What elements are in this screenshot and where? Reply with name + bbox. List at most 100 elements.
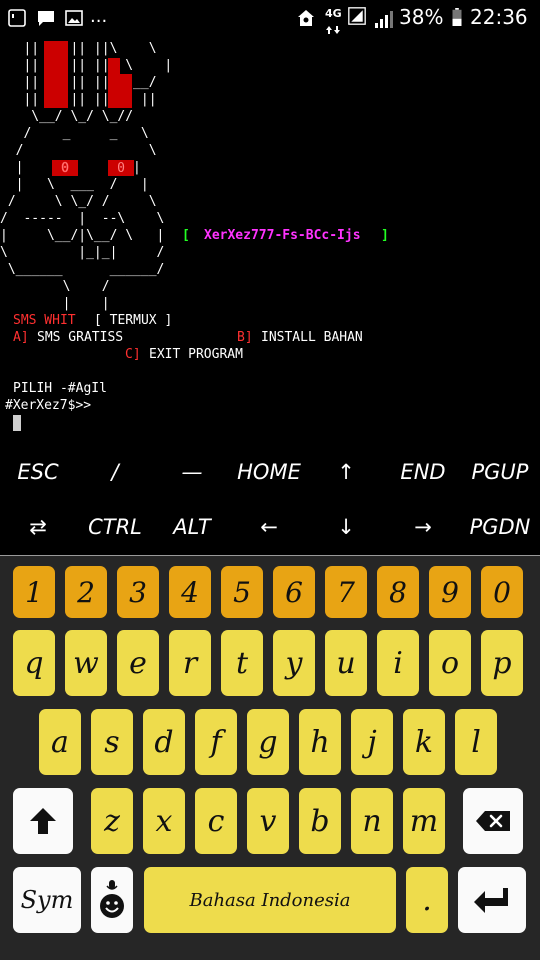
message-icon [38,11,54,26]
option-b-key: B] [237,330,253,345]
slash-key[interactable]: / [78,447,152,497]
key-e[interactable]: e [117,630,159,696]
art-line: / \ [0,143,157,158]
art-line: \ / [0,279,110,294]
art-line: / _ _ \ [0,126,149,141]
banner-close-bracket: ] [381,228,389,243]
text-cursor [13,415,21,431]
emoji-key[interactable] [91,867,133,933]
home-icon [298,10,314,26]
status-bar: ... 4G 38% 22:36 [0,0,540,36]
network-type: 4G [325,7,342,20]
key-n[interactable]: n [351,788,393,854]
arrow-right-key[interactable]: → [386,502,460,552]
key-0[interactable]: 0 [481,566,523,618]
key-z[interactable]: z [91,788,133,854]
key-3[interactable]: 3 [117,566,159,618]
menu-title: SMS WHIT [13,313,76,328]
space-key[interactable]: Bahasa Indonesia [144,867,396,933]
key-8[interactable]: 8 [377,566,419,618]
home-key[interactable]: HOME [232,447,306,497]
art-line: | \ ___ / | [0,177,149,192]
option-a-label: SMS GRATISS [37,330,124,345]
key-4[interactable]: 4 [169,566,211,618]
dash-key[interactable]: — [155,447,229,497]
key-o[interactable]: o [429,630,471,696]
tab-key[interactable]: ⇄ [1,502,75,552]
soft-keyboard: 1 2 3 4 5 6 7 8 9 0 q w e r t y u i o p … [0,556,540,960]
terminal-output[interactable]: || || ||\ \ || || || \ | || || || \__/ |… [0,36,540,446]
banner-text: XerXez777-Fs-BCc-Ijs [204,228,361,243]
emoji-icon [100,880,124,918]
period-key[interactable]: . [406,867,448,933]
ctrl-key[interactable]: CTRL [78,502,152,552]
signal-sim2-icon [375,11,393,28]
key-b[interactable]: b [299,788,341,854]
pgdn-key[interactable]: PGDN [463,502,537,552]
option-c-label: EXIT PROGRAM [149,347,243,362]
notification-icon [8,9,26,27]
signal-sim1-icon [348,7,366,25]
key-m[interactable]: m [403,788,445,854]
symbols-key[interactable]: Sym [13,867,81,933]
art-line: || || || || [0,92,157,107]
choose-prompt: PILIH -#AgIl [13,381,107,396]
key-k[interactable]: k [403,709,445,775]
key-g[interactable]: g [247,709,289,775]
art-red-block [44,41,68,108]
arrow-down-key[interactable]: ↓ [309,502,383,552]
key-6[interactable]: 6 [273,566,315,618]
key-j[interactable]: j [351,709,393,775]
art-line: \ |_|_| / [0,245,165,260]
key-1[interactable]: 1 [13,566,55,618]
more-notifications: ... [90,6,108,27]
pgup-key[interactable]: PGUP [463,447,537,497]
battery-icon [452,8,462,26]
art-red-block [108,74,132,108]
art-eye-left: 0 [52,160,78,176]
key-y[interactable]: y [273,630,315,696]
art-line: \______ ______/ [0,262,165,277]
key-s[interactable]: s [91,709,133,775]
key-u[interactable]: u [325,630,367,696]
key-i[interactable]: i [377,630,419,696]
key-9[interactable]: 9 [429,566,471,618]
key-7[interactable]: 7 [325,566,367,618]
key-d[interactable]: d [143,709,185,775]
enter-key[interactable] [458,867,526,933]
art-line: | | [0,296,110,311]
clock: 22:36 [470,5,528,29]
key-a[interactable]: a [39,709,81,775]
key-v[interactable]: v [247,788,289,854]
key-l[interactable]: l [455,709,497,775]
backspace-icon [476,811,510,831]
key-p[interactable]: p [481,630,523,696]
end-key[interactable]: END [386,447,460,497]
key-f[interactable]: f [195,709,237,775]
alt-key[interactable]: ALT [155,502,229,552]
enter-icon [474,888,508,913]
arrow-left-key[interactable]: ← [232,502,306,552]
key-r[interactable]: r [169,630,211,696]
option-b-label: INSTALL BAHAN [261,330,363,345]
art-line: / ----- | --\ \ [0,211,165,226]
key-5[interactable]: 5 [221,566,263,618]
key-t[interactable]: t [221,630,263,696]
key-x[interactable]: x [143,788,185,854]
shift-key[interactable] [13,788,73,854]
menu-title-tag: [ TERMUX ] [94,313,173,328]
art-line: / \ \_/ / \ [0,194,157,209]
key-c[interactable]: c [195,788,237,854]
art-eye-right: 0 [108,160,134,176]
key-2[interactable]: 2 [65,566,107,618]
shell-prompt: #XerXez7$>> [5,398,92,413]
arrow-up-key[interactable]: ↑ [309,447,383,497]
shift-icon [30,808,56,834]
key-q[interactable]: q [13,630,55,696]
art-line: \__/ \_/ \_// [0,109,134,124]
option-c-key: C] [125,347,141,362]
key-w[interactable]: w [65,630,107,696]
backspace-key[interactable] [463,788,523,854]
key-h[interactable]: h [299,709,341,775]
esc-key[interactable]: ESC [1,447,75,497]
